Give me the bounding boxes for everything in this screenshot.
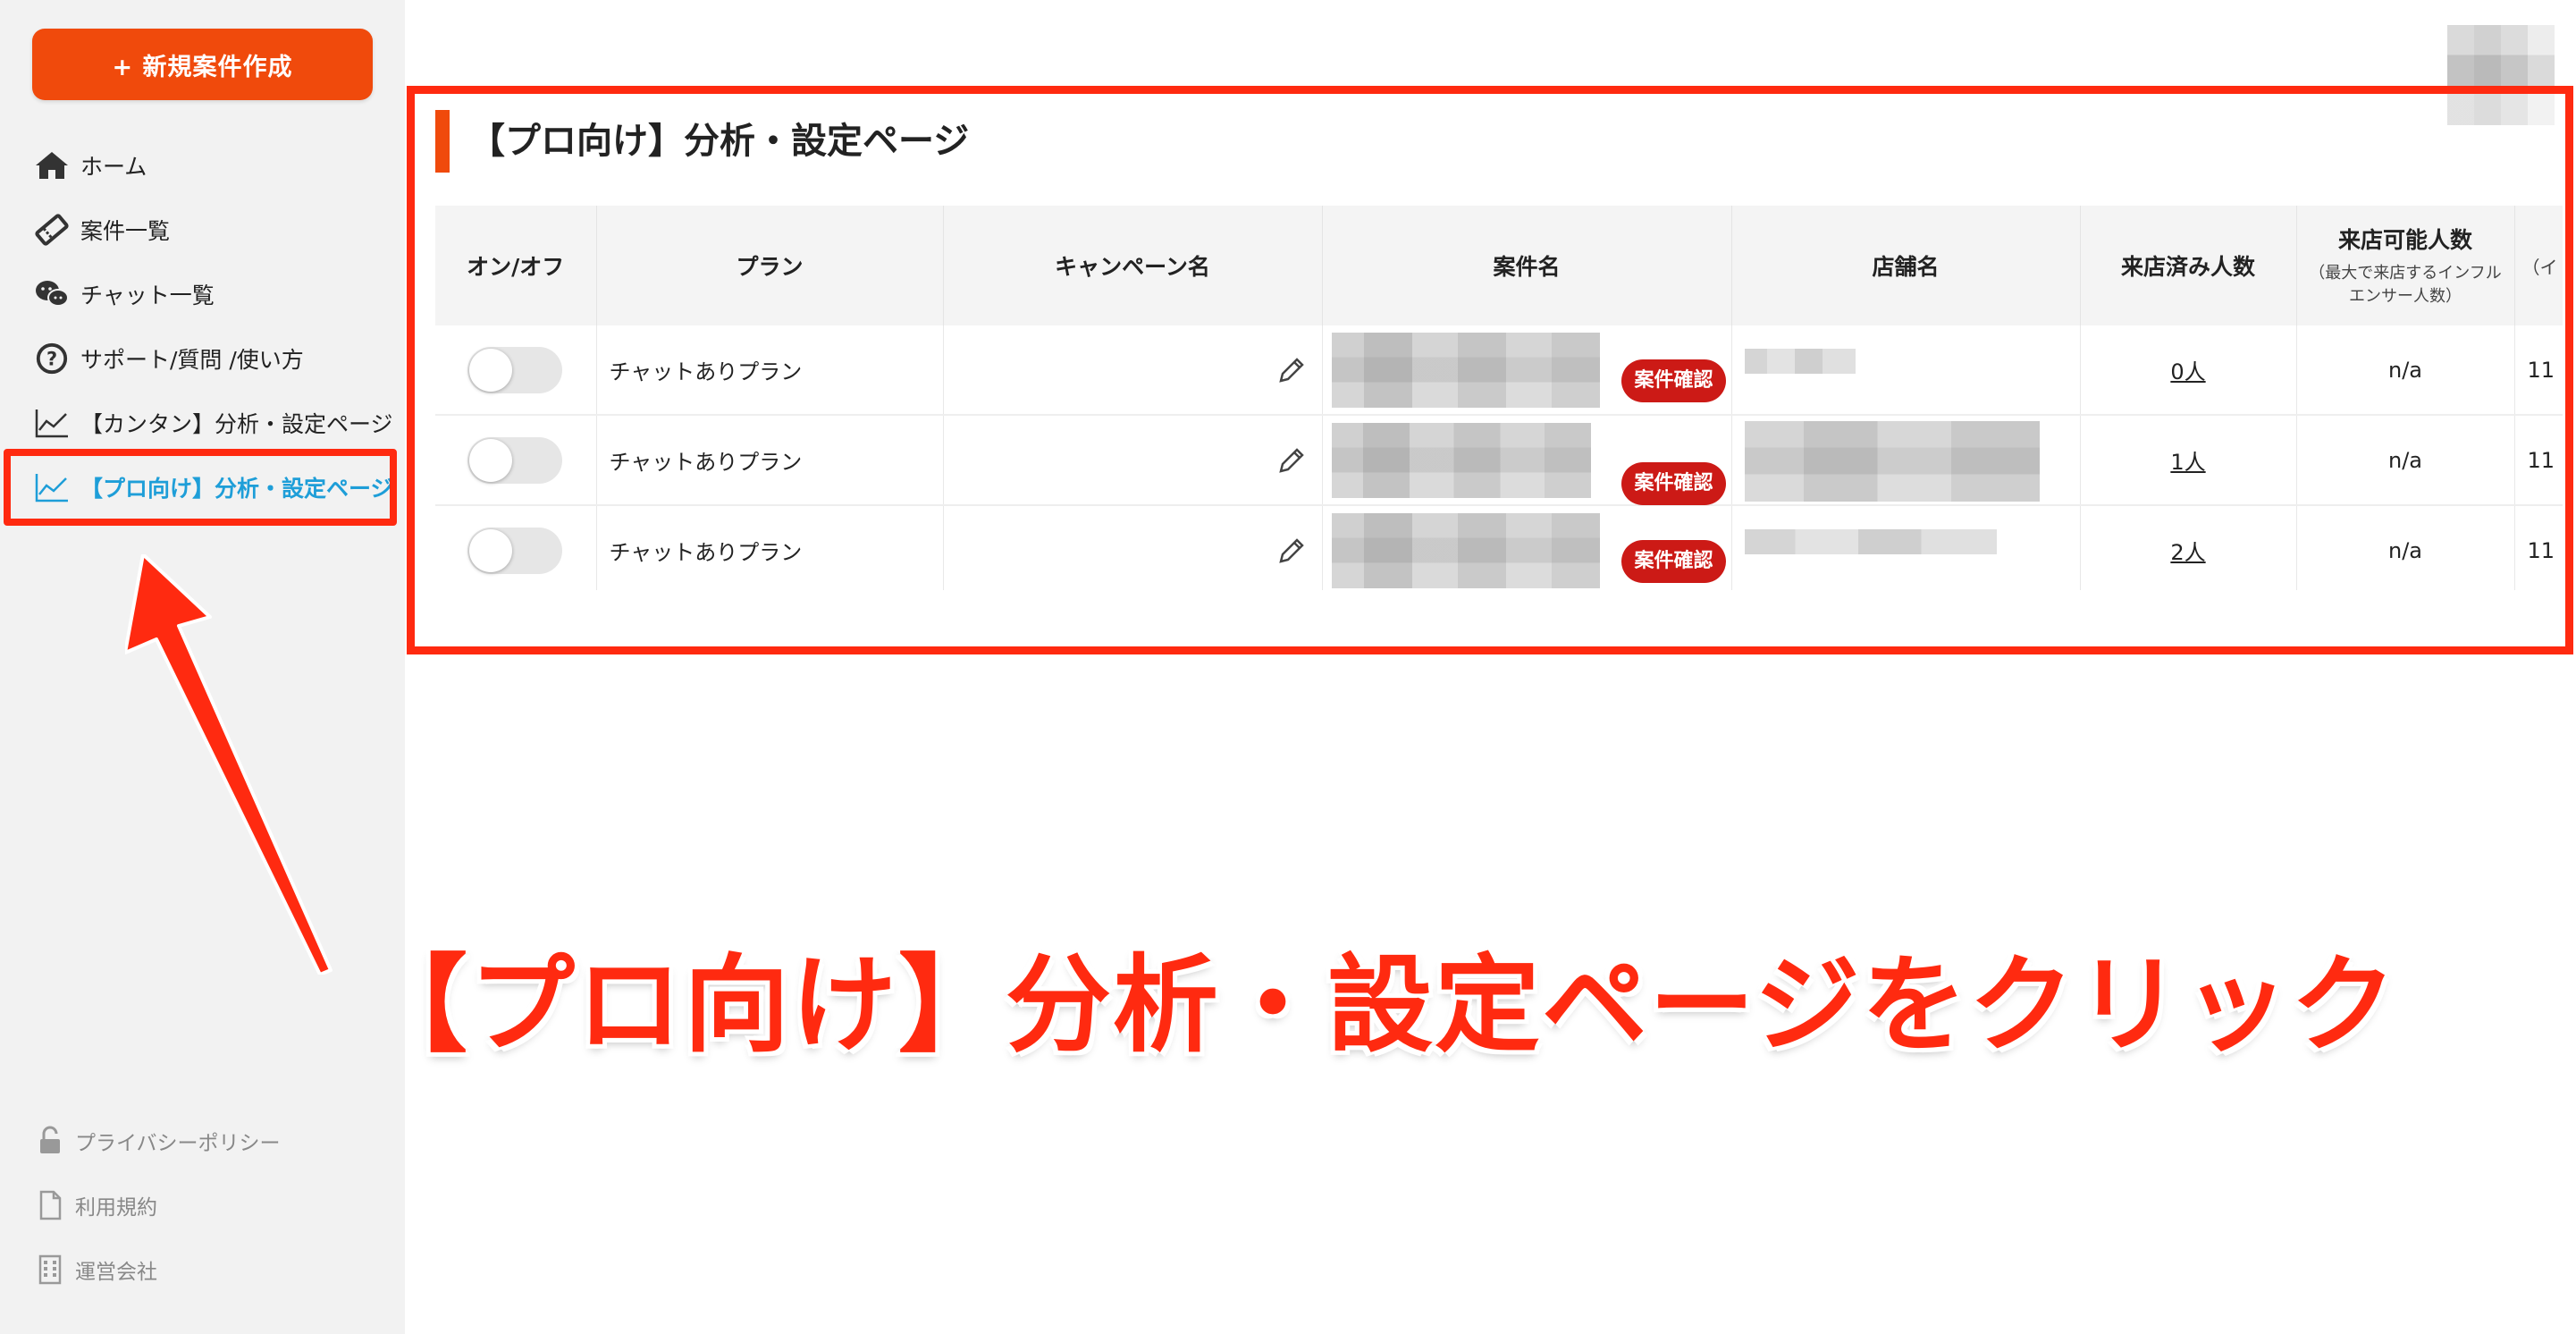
ticket-icon (32, 212, 72, 248)
annotation-highlight-box (4, 449, 397, 526)
sidebar-item-label: チャット一覧 (80, 283, 215, 308)
document-icon (32, 1187, 68, 1223)
question-icon: ? (32, 341, 72, 376)
annotation-caption: 【プロ向け】分析・設定ページをクリック (362, 943, 2398, 1067)
svg-text:?: ? (46, 349, 57, 370)
chart-icon (32, 405, 72, 441)
sidebar-item-label: 案件一覧 (80, 218, 171, 244)
footer-link-label: 運営会社 (75, 1261, 157, 1284)
building-icon (32, 1252, 68, 1288)
chat-icon (32, 276, 72, 312)
lock-icon (32, 1123, 68, 1159)
footer-link-label: プライバシーポリシー (75, 1132, 281, 1155)
new-project-button[interactable]: + 新規案件作成 (32, 29, 373, 100)
annotation-content-frame (407, 86, 2573, 654)
footer-link-label: 利用規約 (75, 1196, 157, 1220)
sidebar-item-home[interactable]: ホーム (32, 143, 399, 188)
sidebar-item-label: ホーム (80, 154, 147, 180)
footer-link-privacy[interactable]: プライバシーポリシー (32, 1121, 281, 1161)
sidebar-item-support[interactable]: ? サポート/質問 /使い方 (32, 336, 399, 381)
home-icon (32, 148, 72, 183)
sidebar-item-label: 【カンタン】分析・設定ページ (80, 411, 393, 437)
footer-link-company[interactable]: 運営会社 (32, 1250, 157, 1289)
sidebar-item-label: サポート/質問 /使い方 (80, 347, 304, 373)
annotation-arrow-icon (125, 554, 333, 975)
sidebar-item-projects[interactable]: 案件一覧 (32, 207, 399, 252)
sidebar-item-simple-analytics[interactable]: 【カンタン】分析・設定ページ (32, 401, 399, 445)
sidebar-item-chats[interactable]: チャット一覧 (32, 272, 399, 317)
footer-link-terms[interactable]: 利用規約 (32, 1186, 157, 1225)
